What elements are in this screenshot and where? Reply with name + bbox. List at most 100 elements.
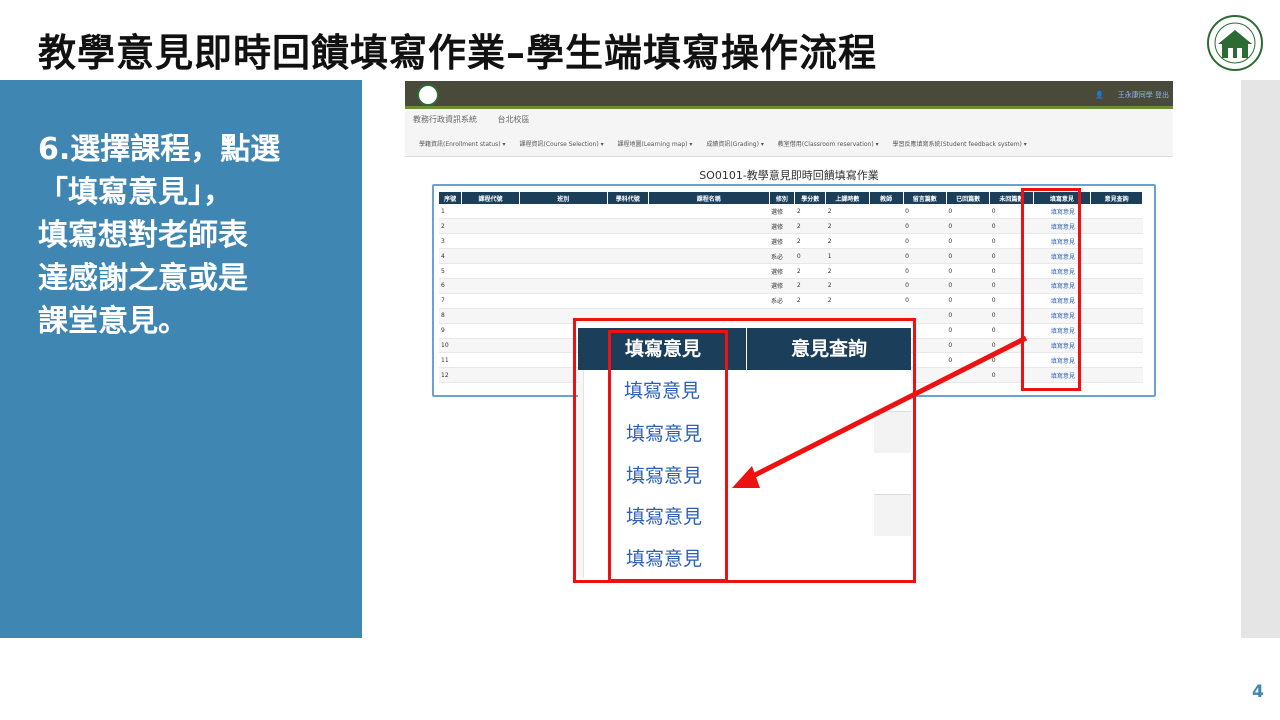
- cell-no: 9: [439, 323, 462, 339]
- user-links[interactable]: 👤 王永康同學 登出: [1095, 90, 1169, 100]
- menu-grading[interactable]: 成績資訊(Grading) ▾: [706, 141, 763, 148]
- cell-teacher: [869, 204, 904, 220]
- cell-hours: 2: [825, 218, 870, 235]
- menu-classroom[interactable]: 教室借用(Classroom reservation) ▾: [778, 141, 879, 148]
- cell-replied: 0: [946, 293, 990, 309]
- university-seal-icon: [1207, 15, 1263, 71]
- cell-no: 10: [439, 338, 462, 354]
- step-instruction: 6.選擇課程，點選 「填寫意見」， 填寫想對老師表 達感謝之意或是 課堂意見。: [38, 132, 281, 339]
- cell-course-code: [461, 308, 520, 324]
- cell-no: 4: [439, 248, 462, 265]
- page-number: 4: [1252, 682, 1264, 702]
- cell-messages: 0: [903, 218, 947, 235]
- cell-view-feedback: [1090, 352, 1143, 369]
- cell-course-code: [461, 233, 520, 250]
- cell-class: [519, 233, 608, 250]
- cell-class: [519, 263, 608, 279]
- zoom-column-highlight-box: [608, 330, 728, 582]
- cell-view-feedback: [1090, 233, 1143, 250]
- screenshot-topbar: 👤 王永康同學 登出: [405, 81, 1173, 109]
- cell-view-feedback: [1090, 278, 1143, 294]
- cell-view-feedback: [1090, 248, 1143, 265]
- cell-replied: 0: [946, 263, 990, 279]
- cell-messages: 0: [903, 248, 947, 265]
- cell-class: [519, 293, 608, 309]
- cell-hours: 2: [825, 293, 870, 309]
- col-header: 學分數: [794, 192, 827, 204]
- cell-course-code: [461, 278, 520, 294]
- cell-teacher: [869, 218, 904, 235]
- cell-credits: 2: [794, 278, 826, 294]
- menu-feedback[interactable]: 學習反應填寫系統(Student feedback system) ▾: [893, 141, 1027, 148]
- cell-hours: 2: [825, 233, 870, 250]
- screenshot-navbar: 教務行政資訊系統 台北校區 學籍資訊(Enrollment status) ▾ …: [405, 109, 1173, 157]
- cell-no: 7: [439, 293, 462, 309]
- cell-course-code: [461, 218, 520, 235]
- slide: 教學意見即時回饋填寫作業–學生端填寫操作流程 6.選擇課程，點選 「填寫意見」，…: [0, 0, 1280, 720]
- cell-teacher: [869, 263, 904, 279]
- col-header: 留言篇數: [903, 192, 947, 204]
- menu-course[interactable]: 課程資訊(Course Selection) ▾: [520, 141, 604, 148]
- cell-type: 選修: [769, 278, 795, 294]
- cell-hours: 2: [825, 278, 870, 294]
- menu-enrollment[interactable]: 學籍資訊(Enrollment status) ▾: [419, 141, 506, 148]
- cell-teacher: [869, 248, 904, 265]
- cell-course-code: [461, 293, 520, 309]
- cell-type: 選修: [769, 204, 795, 220]
- col-header: 教師: [869, 192, 904, 204]
- col-header: 課程代號: [461, 192, 520, 204]
- cell-credits: 0: [794, 248, 826, 265]
- cell-class: [519, 204, 608, 220]
- cell-teacher: [869, 278, 904, 294]
- cell-no: 1: [439, 204, 462, 220]
- menu-learning-map[interactable]: 課程地圖(Learning map) ▾: [618, 141, 693, 148]
- cell-messages: 0: [903, 293, 947, 309]
- cell-course-name: [648, 218, 770, 235]
- col-header: 已回篇數: [946, 192, 991, 204]
- cell-subject-code: [607, 218, 649, 235]
- cell-hours: 1: [825, 248, 870, 265]
- cell-view-feedback: [1090, 338, 1143, 354]
- cell-course-code: [461, 338, 520, 354]
- screenshot-menu: 學籍資訊(Enrollment status) ▾ 課程資訊(Course Se…: [419, 139, 1039, 148]
- cell-subject-code: [607, 263, 649, 279]
- cell-credits: 2: [794, 263, 826, 279]
- cell-credits: 2: [794, 233, 826, 250]
- cell-view-feedback: [1090, 323, 1143, 339]
- cell-type: 選修: [769, 218, 795, 235]
- col-header: 學科代號: [607, 192, 649, 204]
- cell-view-feedback: [1090, 308, 1143, 324]
- cell-credits: 2: [794, 293, 826, 309]
- cell-teacher: [869, 293, 904, 309]
- cell-course-code: [461, 204, 520, 220]
- cell-course-name: [648, 293, 770, 309]
- cell-subject-code: [607, 293, 649, 309]
- cell-no: 3: [439, 233, 462, 250]
- cell-view-feedback: [1090, 218, 1143, 235]
- col-header: 班別: [519, 192, 608, 204]
- cell-no: 2: [439, 218, 462, 235]
- cell-replied: 0: [946, 248, 990, 265]
- cell-no: 11: [439, 352, 462, 369]
- cell-course-code: [461, 263, 520, 279]
- slide-title: 教學意見即時回饋填寫作業–學生端填寫操作流程: [38, 31, 878, 75]
- cell-no: 8: [439, 308, 462, 324]
- screenshot-page-heading: SO0101-教學意見即時回饋填寫作業: [699, 169, 879, 182]
- cell-replied: 0: [946, 352, 990, 369]
- brand-name[interactable]: 教務行政資訊系統: [413, 115, 477, 124]
- cell-type: 選修: [769, 233, 795, 250]
- cell-credits: 2: [794, 204, 826, 220]
- cell-hours: 2: [825, 263, 870, 279]
- cell-course-code: [461, 367, 520, 384]
- cell-no: 6: [439, 278, 462, 294]
- campus-name: 台北校區: [497, 115, 530, 124]
- cell-course-name: [648, 278, 770, 294]
- cell-course-code: [461, 323, 520, 339]
- cell-class: [519, 218, 608, 235]
- cell-view-feedback: [1090, 293, 1143, 309]
- cell-course-name: [648, 248, 770, 265]
- cell-view-feedback: [1090, 204, 1143, 220]
- cell-subject-code: [607, 248, 649, 265]
- cell-replied: 0: [946, 323, 990, 339]
- cell-replied: 0: [946, 308, 990, 324]
